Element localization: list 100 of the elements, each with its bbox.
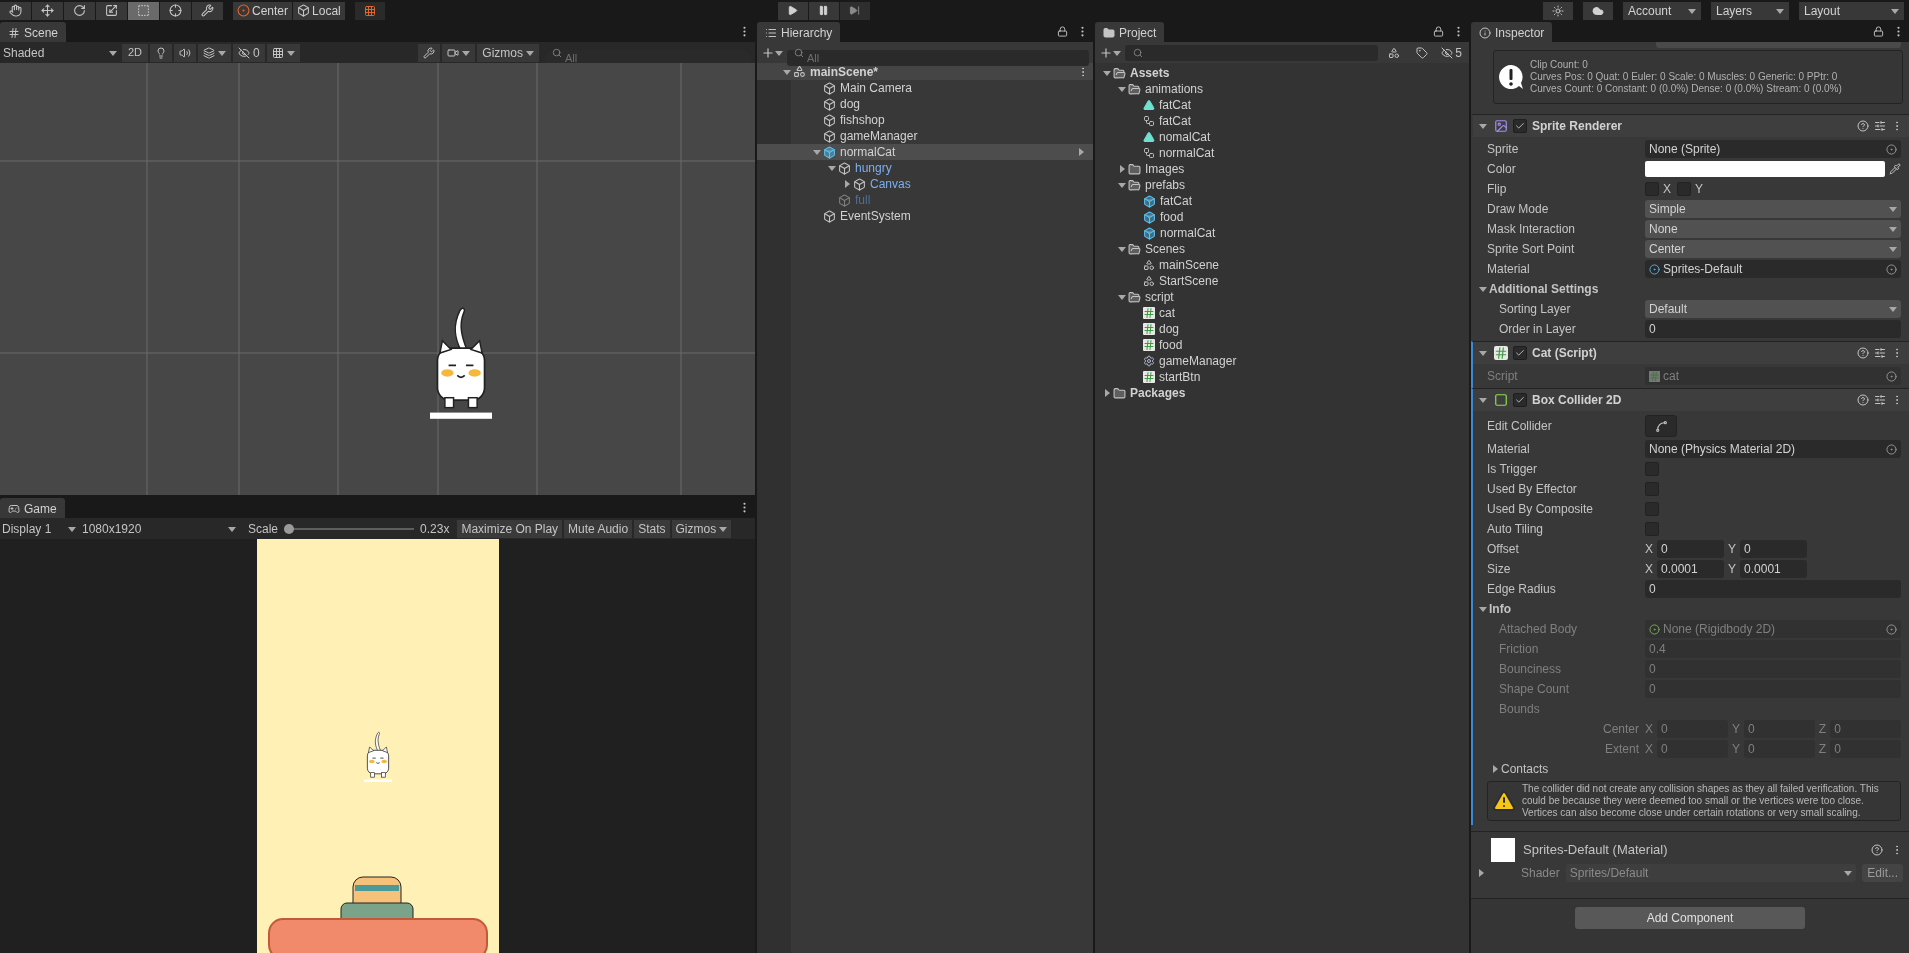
section-header[interactable]: Contacts	[1501, 760, 1549, 778]
project-item[interactable]: Packages	[1095, 385, 1469, 401]
edit-shader-button[interactable]: Edit...	[1862, 864, 1903, 882]
color-swatch[interactable]	[1645, 161, 1885, 177]
search-field[interactable]	[1125, 44, 1379, 61]
tool-button[interactable]	[160, 1, 191, 20]
game-option-button[interactable]: Mute Audio	[564, 519, 633, 538]
object-field[interactable]: None (Sprite)	[1645, 140, 1901, 158]
project-item[interactable]: StartScene	[1095, 273, 1469, 289]
tool-button[interactable]	[96, 1, 127, 20]
tool-button[interactable]	[32, 1, 63, 20]
search-field[interactable]: All	[787, 49, 1089, 66]
project-item[interactable]: animations	[1095, 81, 1469, 97]
account-dropdown[interactable]: Account	[1623, 1, 1701, 20]
cloud-button[interactable]	[1583, 1, 1613, 20]
visibility-toggle[interactable]: 0	[233, 43, 265, 62]
hierarchy-item[interactable]: gameManager	[757, 128, 1093, 144]
slider-thumb[interactable]	[284, 523, 295, 534]
checkbox[interactable]	[1513, 346, 1527, 360]
scale-slider[interactable]	[284, 523, 415, 534]
project-item[interactable]: startBtn	[1095, 369, 1469, 385]
2d-toggle[interactable]: 2D	[122, 43, 149, 62]
text-field[interactable]: 0	[1645, 580, 1901, 598]
hierarchy-item[interactable]: normalCat	[757, 144, 1093, 160]
project-item[interactable]: fatCat	[1095, 113, 1469, 129]
project-item[interactable]: cat	[1095, 305, 1469, 321]
step-button[interactable]	[839, 1, 870, 20]
hierarchy-item[interactable]: hungry	[757, 160, 1093, 176]
hierarchy-item[interactable]: Main Camera	[757, 80, 1093, 96]
project-item[interactable]: fatCat	[1095, 193, 1469, 209]
resolution-dropdown[interactable]: 1080x1920	[80, 519, 238, 538]
object-field[interactable]: None (Physics Material 2D)	[1645, 440, 1901, 458]
project-item[interactable]: Scenes	[1095, 241, 1469, 257]
checkbox[interactable]	[1513, 393, 1527, 407]
dropdown[interactable]: Simple	[1645, 200, 1901, 218]
add-button[interactable]	[1099, 45, 1121, 60]
project-item[interactable]: nomalCat	[1095, 129, 1469, 145]
dropdown[interactable]: Center	[1645, 240, 1901, 258]
project-item[interactable]: fatCat	[1095, 97, 1469, 113]
hierarchy-tab[interactable]: Hierarchy	[757, 22, 841, 42]
play-button[interactable]	[777, 1, 808, 20]
text-field[interactable]: 0	[1645, 320, 1901, 338]
hierarchy-item[interactable]: dog	[757, 96, 1093, 112]
project-item[interactable]: normalCat	[1095, 225, 1469, 241]
section-header[interactable]: Additional Settings	[1489, 280, 1599, 298]
scene-tab[interactable]: Scene	[0, 22, 67, 42]
hidden-packages-button[interactable]: 5	[1438, 43, 1465, 62]
camera-dropdown[interactable]	[442, 43, 476, 62]
project-item[interactable]: script	[1095, 289, 1469, 305]
dropdown[interactable]: Default	[1645, 300, 1901, 318]
project-item[interactable]: food	[1095, 337, 1469, 353]
checkbox[interactable]	[1513, 119, 1527, 133]
pause-button[interactable]	[808, 1, 839, 20]
space-button[interactable]: Local	[293, 1, 345, 20]
project-item[interactable]: prefabs	[1095, 177, 1469, 193]
number-field[interactable]: 0	[1740, 540, 1808, 558]
grid-dropdown[interactable]	[266, 43, 300, 62]
tool-button[interactable]	[192, 1, 223, 20]
number-field[interactable]: 0	[1657, 540, 1724, 558]
project-item[interactable]: Images	[1095, 161, 1469, 177]
tools-button[interactable]	[418, 43, 441, 62]
dropdown[interactable]: None	[1645, 220, 1901, 238]
project-tab[interactable]: Project	[1095, 22, 1165, 42]
edit-collider-button[interactable]	[1645, 415, 1677, 437]
add-component-button[interactable]: Add Component	[1575, 907, 1805, 929]
component-header[interactable]: Box Collider 2D	[1473, 389, 1909, 411]
hierarchy-item[interactable]: fishshop	[757, 112, 1093, 128]
hierarchy-item[interactable]: Canvas	[757, 176, 1093, 192]
tool-button[interactable]	[0, 1, 31, 20]
component-header[interactable]: Cat (Script)	[1473, 342, 1909, 364]
tool-button[interactable]	[128, 1, 159, 20]
game-option-button[interactable]: Maximize On Play	[457, 519, 563, 538]
game-option-button[interactable]: Stats	[634, 519, 670, 538]
pivot-button[interactable]: Center	[233, 1, 293, 20]
layers-dropdown[interactable]: Layers	[1711, 1, 1789, 20]
project-item[interactable]: food	[1095, 209, 1469, 225]
number-field[interactable]: 0.0001	[1657, 560, 1724, 578]
snap-button[interactable]	[354, 1, 385, 20]
layout-dropdown[interactable]: Layout	[1799, 1, 1904, 20]
number-field[interactable]: 0.0001	[1740, 560, 1808, 578]
shading-dropdown[interactable]: Shaded	[0, 43, 120, 62]
gizmos-dropdown[interactable]: Gizmos	[671, 519, 732, 538]
audio-toggle[interactable]	[174, 43, 197, 62]
project-item[interactable]: normalCat	[1095, 145, 1469, 161]
game-tab[interactable]: Game	[0, 498, 65, 518]
lighting-toggle[interactable]	[150, 43, 173, 62]
settings-button[interactable]	[1543, 1, 1573, 20]
object-field[interactable]: Sprites-Default	[1645, 260, 1901, 278]
display-dropdown[interactable]: Display 1	[0, 519, 78, 538]
project-item[interactable]: mainScene	[1095, 257, 1469, 273]
effects-dropdown[interactable]	[198, 43, 232, 62]
project-item[interactable]: Assets	[1095, 65, 1469, 81]
gizmos-dropdown[interactable]: Gizmos	[477, 43, 539, 62]
project-item[interactable]: gameManager	[1095, 353, 1469, 369]
section-header[interactable]: Info	[1489, 600, 1511, 618]
hierarchy-item[interactable]: EventSystem	[757, 208, 1093, 224]
tool-button[interactable]	[64, 1, 95, 20]
component-header[interactable]: Sprite Renderer	[1473, 115, 1909, 137]
add-button[interactable]	[761, 45, 783, 60]
project-item[interactable]: dog	[1095, 321, 1469, 337]
